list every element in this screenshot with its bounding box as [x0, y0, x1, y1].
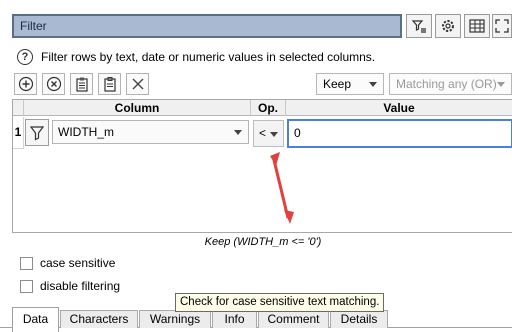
- paste-button[interactable]: [70, 73, 93, 95]
- value-header[interactable]: Value: [286, 100, 512, 116]
- gear-icon: [442, 20, 454, 32]
- row-number: 1: [13, 117, 24, 149]
- chevron-down-icon: [369, 82, 377, 87]
- row-number-header: [13, 100, 24, 116]
- expand-button[interactable]: [492, 14, 512, 38]
- add-icon: [18, 76, 33, 92]
- filter-summary: Keep (WIDTH_m <= '0'): [204, 236, 322, 248]
- op-header[interactable]: Op.: [251, 100, 286, 116]
- disable-filtering-checkbox[interactable]: [20, 279, 33, 293]
- column-header[interactable]: Column: [24, 100, 251, 116]
- help-icon[interactable]: ?: [17, 49, 33, 65]
- match-select-value: Matching any (OR): [396, 77, 497, 91]
- tab-details[interactable]: Details: [330, 310, 388, 328]
- tab-characters[interactable]: Characters: [60, 310, 138, 328]
- table-view-button[interactable]: [464, 14, 490, 38]
- copy-icon: [103, 77, 116, 92]
- tab-warnings[interactable]: Warnings: [139, 310, 211, 328]
- operator-select[interactable]: <: [253, 120, 284, 147]
- clear-button[interactable]: [126, 73, 149, 95]
- case-sensitive-option[interactable]: case sensitive: [20, 256, 115, 270]
- case-sensitive-checkbox[interactable]: [20, 256, 33, 270]
- match-select[interactable]: Matching any (OR): [389, 73, 512, 95]
- expand-icon: [495, 19, 509, 33]
- remove-icon: [46, 76, 61, 92]
- chevron-down-icon: [497, 82, 505, 87]
- value-input[interactable]: 0: [287, 119, 512, 148]
- disable-filtering-label: disable filtering: [40, 279, 121, 293]
- disable-filtering-option[interactable]: disable filtering: [20, 279, 120, 293]
- operator-select-value: <: [259, 126, 267, 140]
- row-filter-button[interactable]: [25, 119, 49, 146]
- paste-icon: [75, 77, 88, 92]
- help-text: Filter rows by text, date or numeric val…: [41, 50, 376, 64]
- remove-row-button[interactable]: [42, 73, 65, 95]
- tooltip: Check for case sensitive text matching.: [175, 293, 385, 312]
- tab-info[interactable]: Info: [212, 310, 257, 328]
- settings-button[interactable]: [435, 14, 461, 38]
- column-select[interactable]: WIDTH_m: [52, 120, 249, 144]
- tab-data[interactable]: Data: [12, 307, 59, 332]
- filter-settings-icon: [411, 20, 426, 33]
- add-row-button[interactable]: [14, 73, 37, 95]
- clear-icon: [132, 78, 143, 90]
- copy-button[interactable]: [98, 73, 121, 95]
- tab-comment[interactable]: Comment: [258, 310, 329, 328]
- value-input-text: 0: [294, 126, 301, 140]
- column-select-value: WIDTH_m: [58, 125, 114, 139]
- case-sensitive-label: case sensitive: [40, 256, 116, 270]
- annotation-arrow: [270, 152, 294, 224]
- funnel-icon: [30, 125, 44, 140]
- mode-select-value: Keep: [323, 77, 352, 91]
- filter-bar[interactable]: Filter: [12, 14, 402, 38]
- chevron-down-icon: [234, 130, 242, 135]
- mode-select[interactable]: Keep: [316, 73, 384, 95]
- chevron-down-icon: [270, 132, 278, 137]
- table-icon: [469, 19, 485, 33]
- filter-bar-label: Filter: [20, 19, 47, 33]
- filter-settings-button[interactable]: [406, 14, 432, 38]
